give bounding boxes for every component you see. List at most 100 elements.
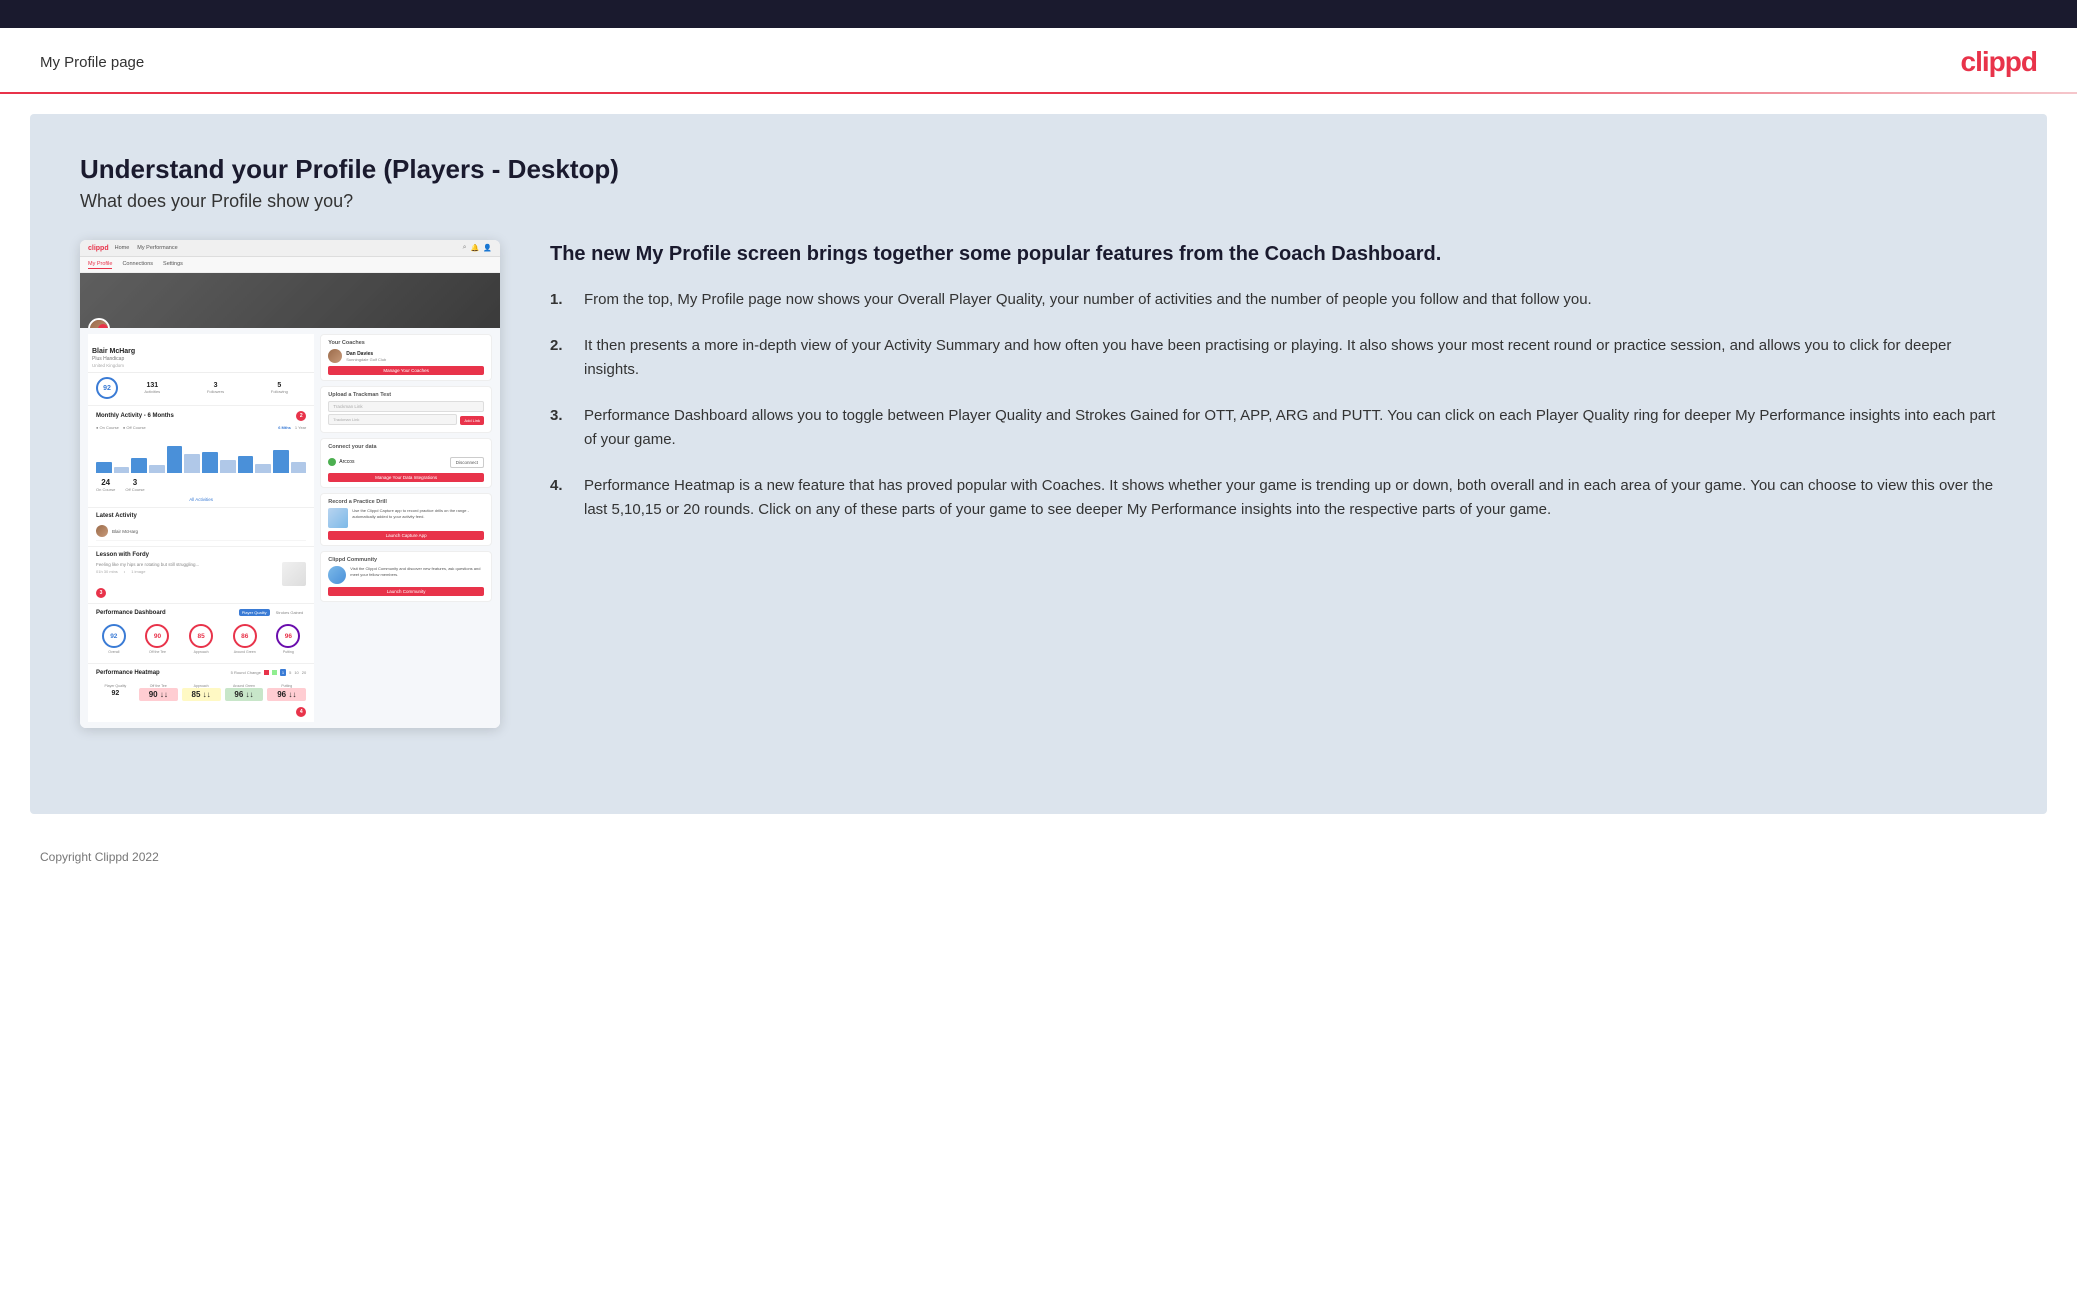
text-col: The new My Profile screen brings togethe… [550,240,1997,544]
perf-dashboard-header: Performance Dashboard Player Quality Str… [96,609,306,616]
mockup-body: Blair McHarg Plus Handicap United Kingdo… [80,328,500,728]
heatmap-putt: Putting 96 ↓↓ [267,683,306,701]
app-ring[interactable]: 85 Approach [189,624,213,654]
list-item-2: 2. It then presents a more in-depth view… [550,334,1997,382]
on-course-stat: 24 On Course [96,478,115,492]
lesson-badge-3: 3 [96,588,306,598]
list-text-2: It then presents a more in-depth view of… [584,334,1997,382]
heatmap-arg: Around Green 96 ↓↓ [225,683,264,701]
mockup-nav-performance[interactable]: My Performance [137,245,177,251]
heatmap-overall: Player Quality 92 [96,683,135,701]
list-num-1: 1. [550,288,572,312]
mockup-browser: clippd Home My Performance ⌕ 🔔 👤 [80,240,500,257]
putt-ring[interactable]: 96 Putting [276,624,300,654]
practice-drill-panel: Record a Practice Drill Use the Clippd C… [320,493,492,546]
perf-toggle: Player Quality Strokes Gained [239,609,306,616]
connect-data-panel: Connect your data Arccos Disconnect Mana… [320,438,492,488]
stats-container: 92 131 Activities 3 Followers [88,373,314,405]
arg-ring[interactable]: 86 Around Green [233,624,257,654]
player-quality-toggle[interactable]: Player Quality [239,609,270,616]
user-icon[interactable]: 👤 [483,244,492,252]
player-handicap: Plus Handicap [92,356,310,362]
activities-stat: 131 Activities [144,382,160,394]
mockup-subnav: My Profile Connections Settings [80,257,500,273]
lesson-meta: 01h 30 mins • 1 image [96,569,278,574]
list-text-4: Performance Heatmap is a new feature tha… [584,474,1997,522]
player-name: Blair McHarg [92,348,310,355]
performance-dashboard-section: Performance Dashboard Player Quality Str… [88,603,314,663]
community-panel: Clippd Community Visit the Clippd Commun… [320,551,492,602]
latest-activity-section: Latest Activity Blair McHarg [88,507,314,546]
list-item-4: 4. Performance Heatmap is a new feature … [550,474,1997,522]
disconnect-btn[interactable]: Disconnect [450,457,484,468]
community-image [328,566,346,584]
mockup-logo: clippd [88,245,109,252]
heatmap-controls: 5 Round Change 1 5 10 20 [231,669,307,676]
strokes-gained-toggle[interactable]: Strokes Gained [273,609,307,616]
activity-summary-section: Monthly Activity - 6 Months 2 ● On Cours… [88,405,314,507]
chart-filters: ● On Course ● Off Course 6 Mths 1 Year [96,425,306,430]
lesson-content: Feeling like my hips are rotating but st… [96,562,306,586]
lesson-header: Lesson with Fordy [96,552,306,558]
overall-ring[interactable]: 92 Overall [102,624,126,654]
heatmap-app: Approach 85 ↓↓ [182,683,221,701]
launch-community-btn[interactable]: Launch Community [328,587,484,596]
hero-overlay [80,273,500,328]
search-icon[interactable]: ⌕ [463,244,467,252]
activity-header: Monthly Activity - 6 Months 2 [96,411,306,421]
mockup-left-panel: Blair McHarg Plus Handicap United Kingdo… [88,334,314,722]
page-title: My Profile page [40,54,144,71]
followers-stat: 3 Followers [207,382,224,394]
mockup-subnav-profile[interactable]: My Profile [88,260,112,269]
quality-circle: 92 [96,377,118,399]
mockup-subnav-connections[interactable]: Connections [122,260,153,269]
heatmap-header: Performance Heatmap 5 Round Change 1 5 1… [96,669,306,676]
mockup-subnav-settings[interactable]: Settings [163,260,183,269]
right-heading: The new My Profile screen brings togethe… [550,240,1997,268]
heatmap-section: Performance Heatmap 5 Round Change 1 5 1… [88,663,314,722]
trackman-link-input[interactable]: Trackman Link [328,414,457,425]
trackman-input[interactable]: Trackman Link [328,401,484,412]
coach-row: Dan Davies Sunningdale Golf Club [328,349,484,363]
activity-chart [96,433,306,475]
header-divider [0,92,2077,94]
content-subheading: What does your Profile show you? [80,191,1997,212]
heatmap-badge-4: 4 [96,707,306,717]
arccos-label: Arccos [339,459,354,465]
all-activities-link[interactable]: All Activities [96,497,306,502]
on-off-counts: 24 On Course 3 Off Course [96,475,306,495]
mockup-hero: 1 [80,273,500,328]
heatmap-row: Player Quality 92 Off the Tee 90 ↓↓ Appr… [96,680,306,704]
content-heading: Understand your Profile (Players - Deskt… [80,154,1997,185]
list-text-1: From the top, My Profile page now shows … [584,288,1592,312]
mockup-right-panel: Your Coaches Dan Davies Sunningdale Golf… [320,334,492,722]
profile-info-block: Blair McHarg Plus Handicap United Kingdo… [88,334,314,373]
bell-icon[interactable]: 🔔 [471,244,480,252]
manage-integrations-btn[interactable]: Manage Your Data Integrations [328,473,484,482]
activity-item: Blair McHarg [96,522,306,541]
activity-avatar [96,525,108,537]
coach-avatar [328,349,342,363]
screenshot-col: clippd Home My Performance ⌕ 🔔 👤 My Prof… [80,240,500,728]
launch-app-btn[interactable]: Launch Capture App [328,531,484,540]
clippd-logo: clippd [1961,46,2037,78]
add-link-btn[interactable]: Add Link [460,416,484,425]
two-col-layout: clippd Home My Performance ⌕ 🔔 👤 My Prof… [80,240,1997,728]
drill-image [328,508,348,528]
arccos-dot [328,458,336,466]
level-badge: 1 [98,324,108,328]
off-course-stat: 3 Off Course [125,478,144,492]
ott-ring[interactable]: 90 Off the Tee [145,624,169,654]
lesson-section: Lesson with Fordy Feeling like my hips a… [88,546,314,603]
lesson-image [282,562,306,586]
arccos-row: Arccos Disconnect [328,453,484,470]
list-num-4: 4. [550,474,572,522]
list-item-3: 3. Performance Dashboard allows you to t… [550,404,1997,452]
list-text-3: Performance Dashboard allows you to togg… [584,404,1997,452]
coaches-panel: Your Coaches Dan Davies Sunningdale Golf… [320,334,492,381]
community-content: Visit the Clippd Community and discover … [328,566,484,584]
mockup-nav-home[interactable]: Home [115,245,130,251]
list-num-3: 3. [550,404,572,452]
top-bar [0,0,2077,28]
manage-coaches-btn[interactable]: Manage Your Coaches [328,366,484,375]
